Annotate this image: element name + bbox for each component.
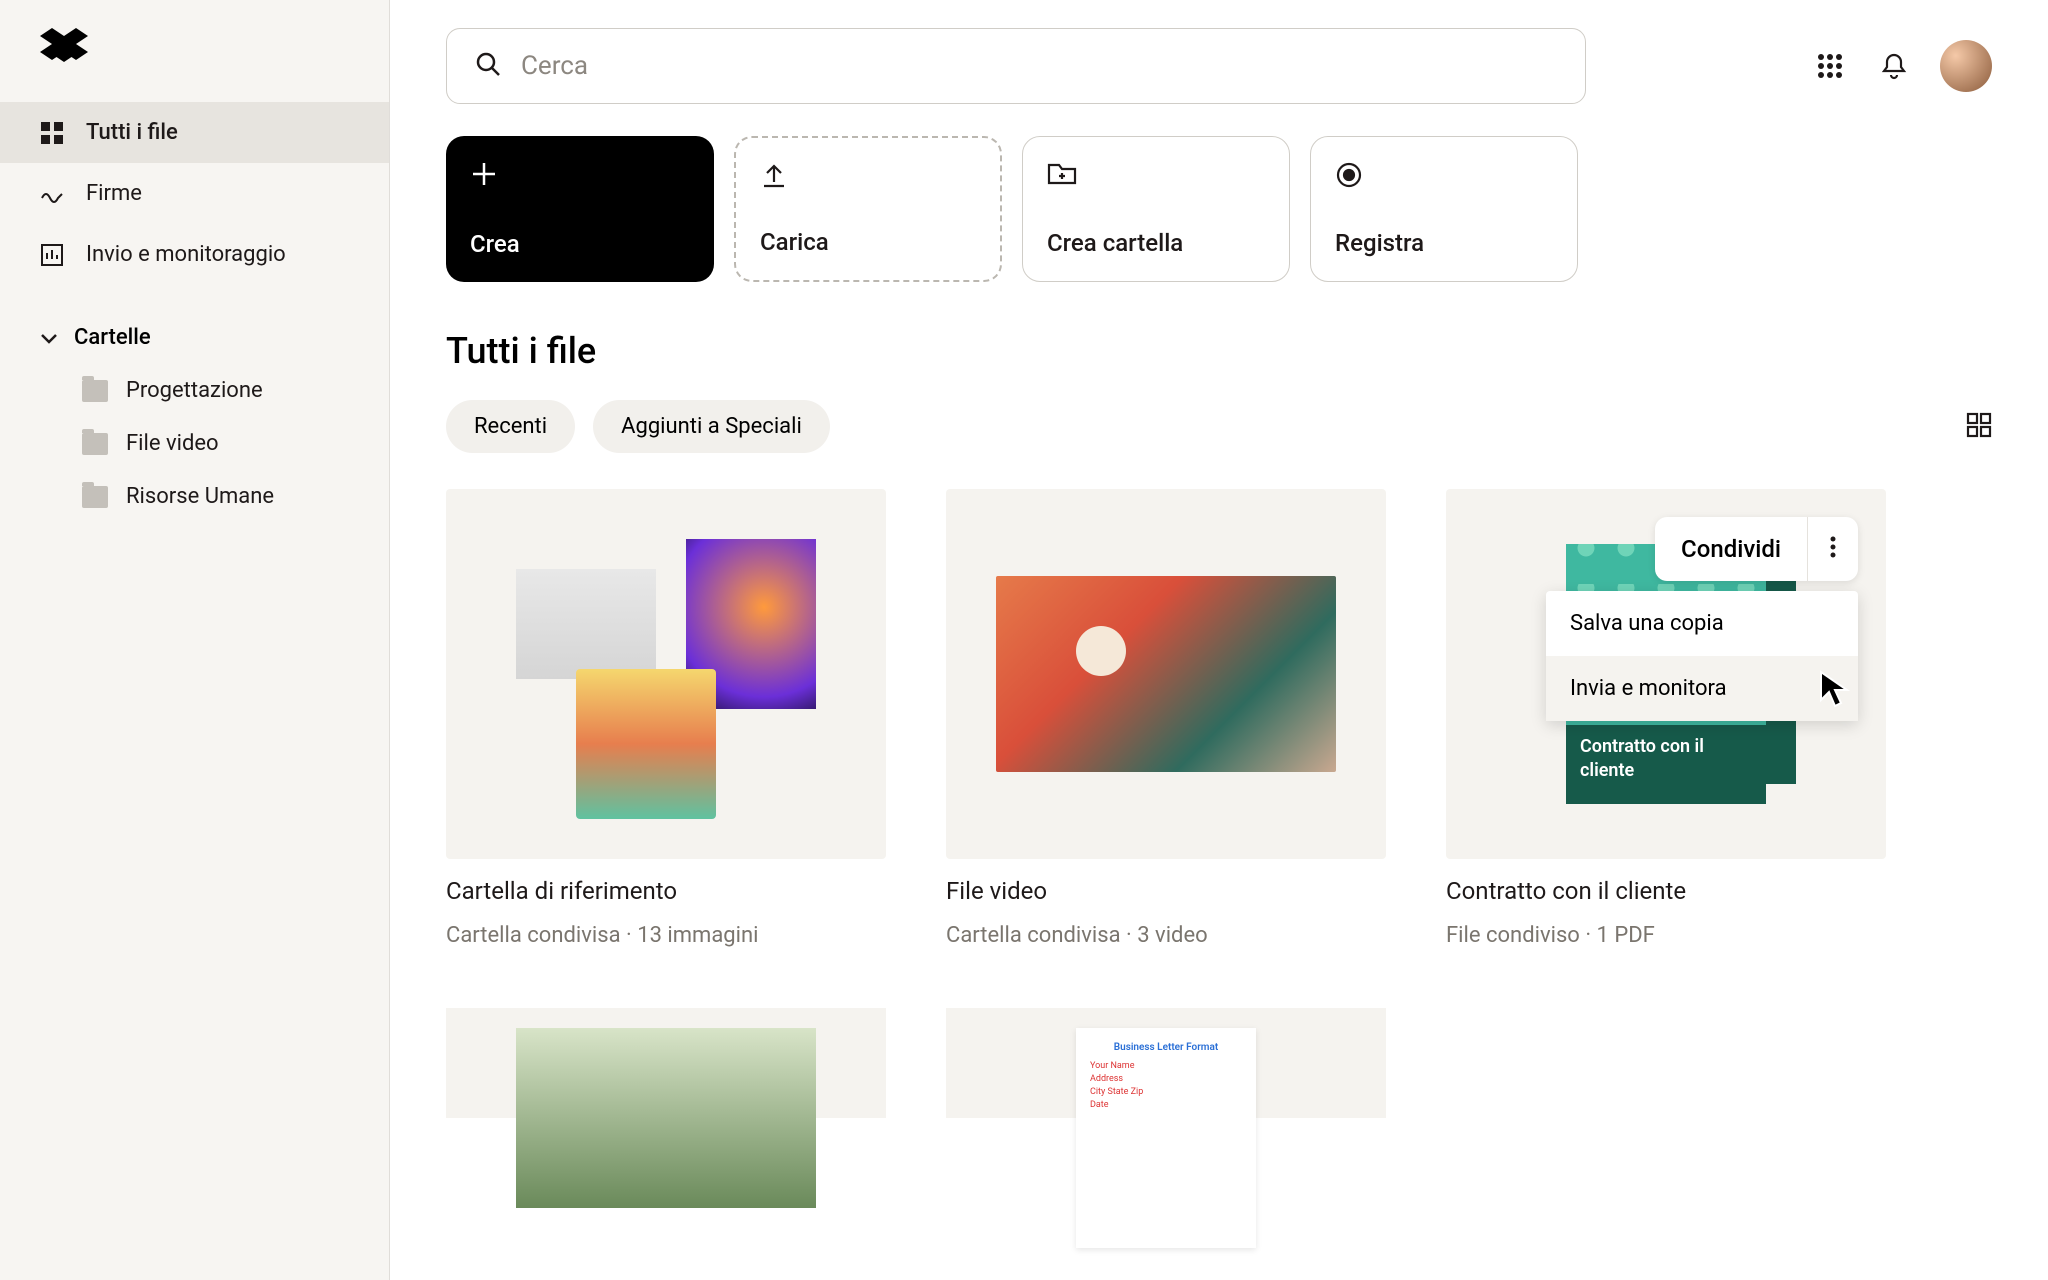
- chevron-down-icon: [40, 325, 58, 350]
- dots-vertical-icon: [1830, 536, 1836, 562]
- sidebar-item-label: Tutti i file: [86, 120, 178, 145]
- context-menu: Salva una copia Invia e monitora: [1546, 591, 1858, 721]
- sidebar-item-all-files[interactable]: Tutti i file: [0, 102, 389, 163]
- action-label: Registra: [1335, 229, 1553, 257]
- folder-label: File video: [126, 431, 219, 456]
- record-button[interactable]: Registra: [1310, 136, 1578, 282]
- view-toggle-icon[interactable]: [1966, 412, 1992, 442]
- file-card[interactable]: Business Letter FormatYour NameAddressCi…: [946, 1008, 1386, 1118]
- action-label: Crea cartella: [1047, 229, 1265, 257]
- share-button[interactable]: Condividi: [1655, 517, 1807, 581]
- card-title: Contratto con il cliente: [1446, 877, 1886, 905]
- page-title: Tutti i file: [446, 330, 1992, 372]
- file-card[interactable]: Contratto con il cliente Condividi Salva…: [1446, 489, 1886, 948]
- menu-item-save-copy[interactable]: Salva una copia: [1546, 591, 1858, 656]
- thumbnail: Contratto con il cliente Condividi Salva…: [1446, 489, 1886, 859]
- share-button-group: Condividi: [1655, 517, 1858, 581]
- create-folder-button[interactable]: Crea cartella: [1022, 136, 1290, 282]
- folder-icon: [82, 380, 108, 402]
- chart-icon: [40, 243, 64, 267]
- plus-icon: [470, 160, 502, 192]
- main-content: Crea Carica Crea cartella Registra Tutti…: [390, 0, 2048, 1280]
- folders-header-label: Cartelle: [74, 325, 151, 350]
- cursor-icon: [1818, 669, 1852, 713]
- sidebar: Tutti i file Firme Invio e monitoraggio …: [0, 0, 390, 1280]
- action-label: Crea: [470, 230, 690, 258]
- thumbnail: Business Letter FormatYour NameAddressCi…: [946, 1008, 1386, 1118]
- sidebar-item-label: Firme: [86, 181, 142, 206]
- search-icon: [475, 51, 501, 81]
- file-card[interactable]: Cartella di riferimento Cartella condivi…: [446, 489, 886, 948]
- create-button[interactable]: Crea: [446, 136, 714, 282]
- filter-starred[interactable]: Aggiunti a Speciali: [593, 400, 830, 453]
- avatar[interactable]: [1940, 40, 1992, 92]
- card-title: File video: [946, 877, 1386, 905]
- thumbnail: [446, 1008, 886, 1118]
- folder-item-file-video[interactable]: File video: [0, 417, 389, 470]
- card-subtitle: Cartella condivisa · 13 immagini: [446, 923, 886, 948]
- file-card[interactable]: [446, 1008, 886, 1118]
- folder-icon: [82, 433, 108, 455]
- file-grid: Cartella di riferimento Cartella condivi…: [446, 489, 1992, 1118]
- folder-label: Risorse Umane: [126, 484, 274, 509]
- action-row: Crea Carica Crea cartella Registra: [446, 136, 1992, 282]
- upload-button[interactable]: Carica: [734, 136, 1002, 282]
- signature-icon: [40, 182, 64, 206]
- card-subtitle: File condiviso · 1 PDF: [1446, 923, 1886, 948]
- record-icon: [1335, 161, 1367, 193]
- folder-item-risorse-umane[interactable]: Risorse Umane: [0, 470, 389, 523]
- search-input[interactable]: [521, 51, 1557, 81]
- search-box[interactable]: [446, 28, 1586, 104]
- file-card[interactable]: File video Cartella condivisa · 3 video: [946, 489, 1386, 948]
- menu-item-send-track[interactable]: Invia e monitora: [1546, 656, 1858, 721]
- more-button[interactable]: [1807, 517, 1858, 581]
- dropbox-logo[interactable]: [0, 28, 389, 102]
- action-label: Carica: [760, 228, 976, 256]
- apps-icon[interactable]: [1812, 48, 1848, 84]
- folder-icon: [82, 486, 108, 508]
- bell-icon[interactable]: [1876, 48, 1912, 84]
- grid-icon: [40, 121, 64, 145]
- sidebar-item-signatures[interactable]: Firme: [0, 163, 389, 224]
- folders-section: Cartelle Progettazione File video Risors…: [0, 311, 389, 523]
- thumbnail: [446, 489, 886, 859]
- doc-preview-title: Contratto con il cliente: [1566, 725, 1766, 804]
- folder-plus-icon: [1047, 161, 1079, 193]
- upload-icon: [760, 162, 792, 194]
- card-title: Cartella di riferimento: [446, 877, 886, 905]
- sidebar-item-send-track[interactable]: Invio e monitoraggio: [0, 224, 389, 285]
- sidebar-item-label: Invio e monitoraggio: [86, 242, 286, 267]
- folders-header[interactable]: Cartelle: [0, 311, 389, 364]
- filters-row: Recenti Aggiunti a Speciali: [446, 400, 1992, 453]
- topbar: [446, 28, 1992, 104]
- card-subtitle: Cartella condivisa · 3 video: [946, 923, 1386, 948]
- topbar-actions: [1812, 40, 1992, 92]
- filter-recent[interactable]: Recenti: [446, 400, 575, 453]
- folder-label: Progettazione: [126, 378, 263, 403]
- thumbnail: [946, 489, 1386, 859]
- folder-item-progettazione[interactable]: Progettazione: [0, 364, 389, 417]
